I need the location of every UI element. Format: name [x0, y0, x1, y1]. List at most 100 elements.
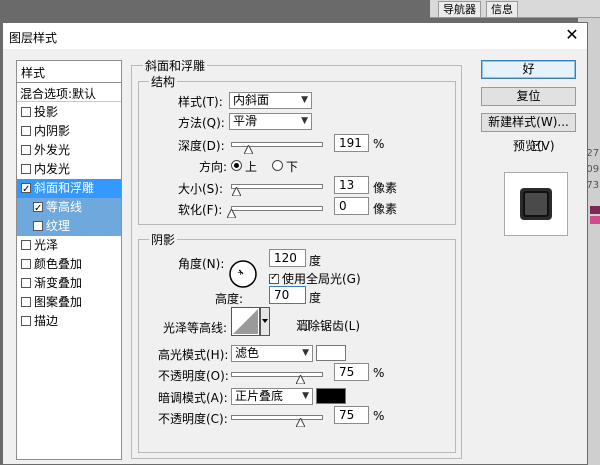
chevron-down-icon: ▼: [301, 95, 308, 105]
global-light-checkbox[interactable]: [269, 272, 279, 284]
highlight-opacity-unit: %: [373, 366, 385, 380]
checkbox-icon[interactable]: [21, 164, 31, 174]
highlight-opacity-slider[interactable]: [231, 372, 323, 377]
soften-input[interactable]: 0: [334, 197, 369, 215]
dialog-titlebar[interactable]: 图层样式 ✕: [3, 23, 587, 49]
info-tab[interactable]: 信息: [486, 1, 518, 17]
style-label: 样式(T):: [178, 95, 223, 109]
style-item-bevel-emboss[interactable]: 斜面和浮雕: [17, 179, 121, 199]
bevel-emboss-title: 斜面和浮雕: [143, 57, 208, 74]
technique-select-value: 平滑: [233, 114, 258, 128]
direction-up-radio[interactable]: [231, 160, 242, 171]
checkbox-icon[interactable]: [21, 297, 31, 307]
angle-unit: 度: [309, 254, 322, 268]
style-item-label: 光泽: [34, 238, 59, 252]
shadow-color-swatch[interactable]: [316, 388, 346, 404]
checkbox-icon[interactable]: [21, 181, 31, 199]
style-item-stroke[interactable]: 描边: [17, 312, 121, 331]
layer-style-dialog: 图层样式 ✕ 样式 混合选项:默认 投影 内阴影 外发光 内发光 斜面和浮雕 等…: [2, 22, 588, 465]
highlight-mode-label: 高光模式(H):: [158, 348, 229, 362]
style-select-value: 内斜面: [233, 93, 270, 107]
reset-button[interactable]: 复位: [481, 87, 576, 106]
close-icon[interactable]: ✕: [563, 26, 581, 44]
style-select[interactable]: 内斜面 ▼: [229, 92, 312, 109]
style-item-inner-glow[interactable]: 内发光: [17, 160, 121, 179]
style-item-label: 图案叠加: [34, 295, 83, 309]
svg-text:+: +: [237, 268, 244, 277]
highlight-color-swatch[interactable]: [316, 345, 346, 361]
background-color-strip: [590, 206, 600, 214]
checkbox-icon[interactable]: [21, 145, 31, 155]
chevron-down-icon: ▼: [302, 391, 309, 401]
style-item-gradient-overlay[interactable]: 渐变叠加: [17, 274, 121, 293]
style-item-contour[interactable]: 等高线: [17, 198, 121, 218]
style-item-inner-shadow[interactable]: 内阴影: [17, 122, 121, 141]
style-item-pattern-overlay[interactable]: 图案叠加: [17, 293, 121, 312]
style-item-drop-shadow[interactable]: 投影: [17, 103, 121, 122]
highlight-opacity-input[interactable]: 75: [334, 363, 369, 381]
highlight-opacity-thumb[interactable]: [296, 375, 305, 384]
checkbox-icon[interactable]: [21, 278, 31, 288]
highlight-opacity-label: 不透明度(O):: [158, 369, 229, 383]
size-input[interactable]: 13: [334, 176, 369, 194]
shadow-mode-select[interactable]: 正片叠底 ▼: [231, 388, 313, 405]
new-style-button[interactable]: 新建样式(W)...: [481, 113, 576, 132]
checkbox-icon[interactable]: [21, 107, 31, 117]
angle-label: 角度(N):: [178, 257, 225, 271]
style-item-satin[interactable]: 光泽: [17, 236, 121, 255]
gloss-contour-picker[interactable]: [231, 307, 271, 337]
preview-swatch-icon: [520, 188, 552, 220]
style-item-label: 纹理: [46, 219, 71, 233]
chevron-down-icon: ▼: [302, 348, 309, 358]
checkbox-icon[interactable]: [21, 240, 31, 250]
style-item-texture[interactable]: 纹理: [17, 217, 121, 236]
shadow-mode-label: 暗调模式(A):: [158, 391, 228, 405]
style-item-label: 内阴影: [34, 124, 71, 138]
anti-alias-label: 消除锯齿(L): [296, 319, 361, 333]
size-unit: 像素: [373, 181, 398, 195]
checkbox-icon[interactable]: [21, 126, 31, 136]
shadow-opacity-thumb[interactable]: [296, 418, 305, 427]
soften-slider-thumb[interactable]: [227, 209, 236, 218]
styles-list-header[interactable]: 样式: [17, 61, 121, 83]
shadow-opacity-unit: %: [373, 409, 385, 423]
style-item-label: 内发光: [34, 162, 71, 176]
blending-options-item[interactable]: 混合选项:默认: [17, 84, 121, 102]
style-item-outer-glow[interactable]: 外发光: [17, 141, 121, 160]
style-item-label: 描边: [34, 314, 59, 328]
checkbox-icon[interactable]: [21, 259, 31, 269]
ok-button[interactable]: 好: [481, 60, 576, 79]
soften-slider[interactable]: [231, 206, 323, 211]
checkbox-icon[interactable]: [21, 316, 31, 326]
technique-label: 方法(Q):: [178, 116, 225, 130]
chevron-down-icon: ▼: [301, 116, 308, 126]
shadow-opacity-label: 不透明度(C):: [158, 412, 228, 426]
highlight-mode-select[interactable]: 滤色 ▼: [231, 345, 313, 362]
style-item-label: 投影: [34, 105, 59, 119]
angle-dial-icon[interactable]: +: [228, 259, 258, 289]
angle-input[interactable]: 120: [269, 249, 306, 267]
size-slider[interactable]: [231, 184, 323, 189]
size-slider-thumb[interactable]: [231, 187, 241, 196]
soften-label: 软化(F):: [178, 203, 223, 217]
preview-label: 预览(V): [513, 139, 555, 153]
direction-up-label: 上: [245, 160, 258, 174]
direction-down-label: 下: [286, 160, 299, 174]
style-item-color-overlay[interactable]: 颜色叠加: [17, 255, 121, 274]
depth-slider-thumb[interactable]: [244, 145, 254, 154]
depth-label: 深度(D):: [178, 139, 225, 153]
global-light-label: 使用全局光(G): [282, 272, 361, 286]
shadow-opacity-slider[interactable]: [231, 415, 323, 420]
shadow-opacity-input[interactable]: 75: [334, 406, 369, 424]
navigator-tab[interactable]: 导航器: [438, 1, 481, 17]
checkbox-icon[interactable]: [33, 221, 43, 231]
checkbox-icon[interactable]: [33, 200, 43, 218]
altitude-input[interactable]: 70: [269, 286, 306, 304]
styles-list: 样式 混合选项:默认 投影 内阴影 外发光 内发光 斜面和浮雕 等高线 纹理 光…: [16, 60, 122, 460]
technique-select[interactable]: 平滑 ▼: [229, 113, 312, 130]
depth-input[interactable]: 191: [334, 134, 369, 152]
size-label: 大小(S):: [178, 182, 224, 196]
direction-down-radio[interactable]: [272, 160, 283, 171]
style-item-label: 斜面和浮雕: [34, 181, 95, 195]
style-item-label: 颜色叠加: [34, 257, 83, 271]
